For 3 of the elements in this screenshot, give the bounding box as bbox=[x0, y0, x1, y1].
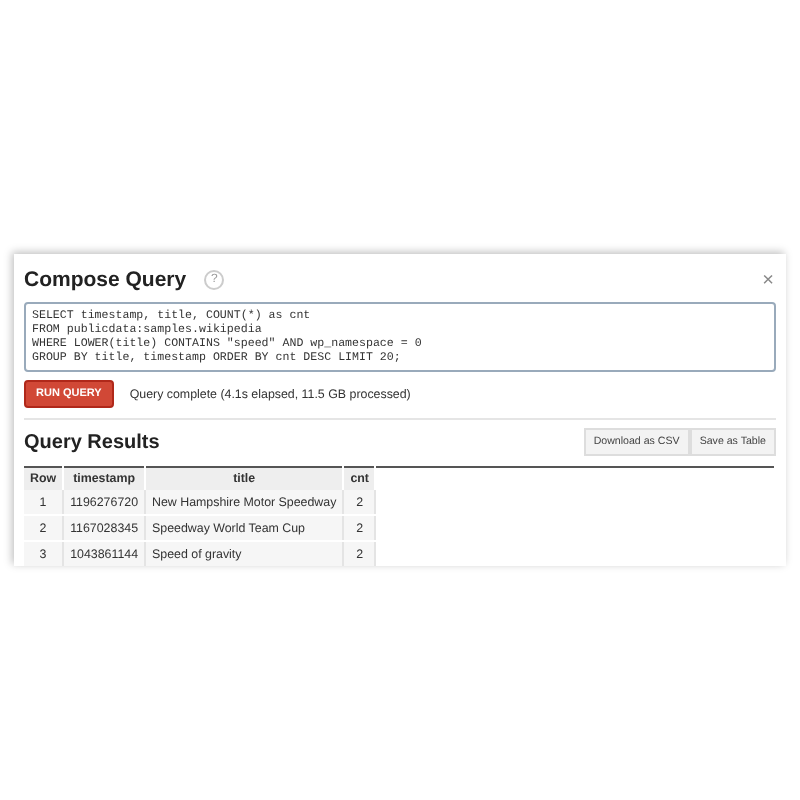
results-title: Query Results bbox=[24, 431, 160, 453]
close-button[interactable]: × bbox=[760, 269, 776, 291]
dialog-title: Compose Query bbox=[24, 268, 187, 292]
